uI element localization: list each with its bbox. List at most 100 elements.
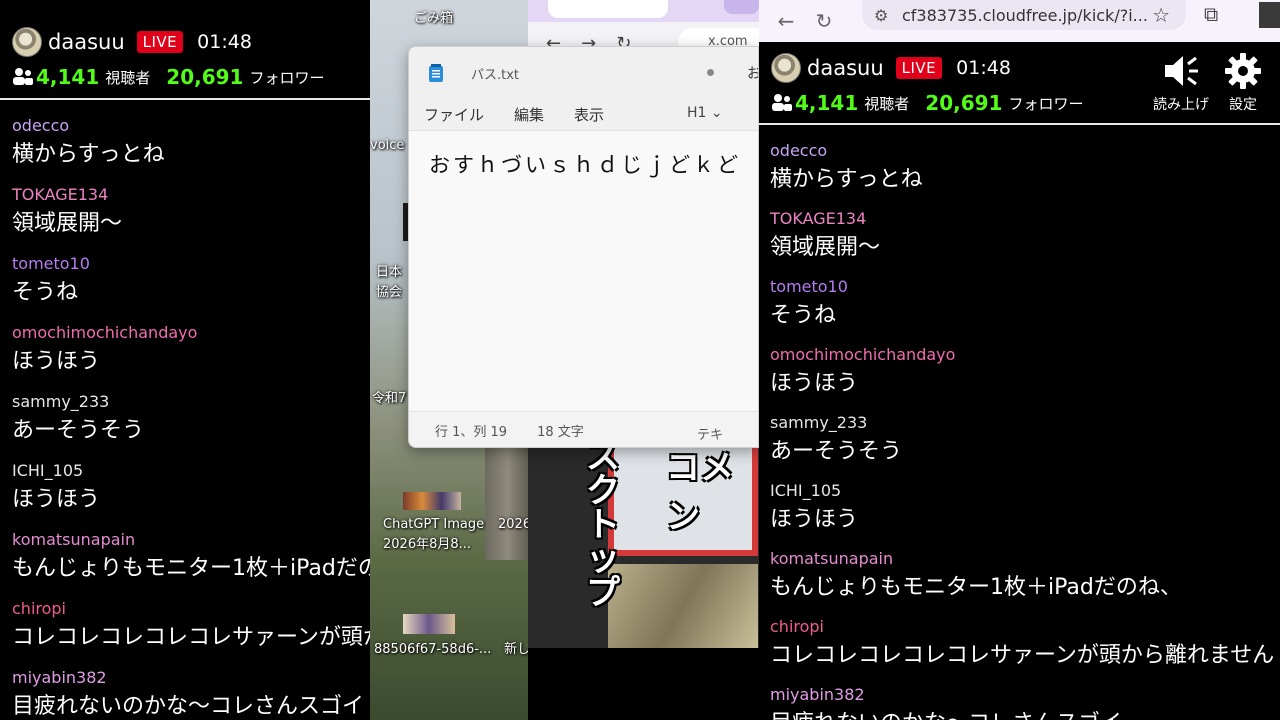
chat-message: omochimochichandayo ほうほう xyxy=(12,321,370,390)
settings-button[interactable]: 設定 xyxy=(1218,52,1268,114)
desktop-icon-label[interactable]: 新し xyxy=(504,641,530,659)
chat-text: あーそうそう xyxy=(770,439,903,464)
chat-username: komatsunapain xyxy=(770,549,894,568)
chatgpt-image-date[interactable]: 2026年8月8... xyxy=(383,536,471,554)
chat-username: omochimochichandayo xyxy=(12,323,198,342)
chat-message-list[interactable]: odecco 横からすっとね TOKAGE134 領域展開〜 tometo10 そうね… xyxy=(759,125,1280,720)
char-count: 18 文字 xyxy=(537,425,584,440)
desktop-icon-label[interactable]: 令和7 xyxy=(372,390,406,408)
live-badge: LIVE xyxy=(895,57,943,79)
chat-header: daasuu LIVE 01:48 4,141 視聴者 20,691 フォロワー… xyxy=(759,42,1280,125)
chat-message: ICHI_105 ほうほう xyxy=(12,459,370,528)
chat-text: ほうほう xyxy=(770,507,859,532)
menu-file[interactable]: ファイル xyxy=(424,104,484,125)
chat-message: tometo10 そうね xyxy=(770,275,1280,343)
follower-count: 20,691 xyxy=(166,65,244,89)
bookmark-star-icon[interactable]: ☆ xyxy=(1152,3,1170,27)
chat-text: 領域展開〜 xyxy=(770,235,881,260)
chat-message-list[interactable]: odecco 横からすっとね TOKAGE134 領域展開〜 tometo10 そうね… xyxy=(0,100,370,720)
extensions-icon[interactable]: ⧉ xyxy=(1204,2,1218,26)
streamer-name: daasuu xyxy=(48,30,125,54)
viewer-unit: 視聴者 xyxy=(864,94,910,113)
browser-tab[interactable] xyxy=(724,0,759,14)
file-thumbnail[interactable] xyxy=(403,614,455,634)
chat-text: そうね xyxy=(770,303,837,328)
chat-message: chiropi コレコレコレコレコレサァーンが頭から離れません xyxy=(770,615,1280,683)
stream-time: 01:48 xyxy=(956,57,1011,79)
address-text: cf383735.cloudfree.jp/kick/?i... xyxy=(902,5,1148,25)
chatgpt-image-label[interactable]: ChatGPT Image xyxy=(383,516,484,534)
chat-username: tometo10 xyxy=(770,277,848,296)
chat-message: komatsunapain もんじょりもモニター1枚＋iPadだのね、 xyxy=(12,528,370,597)
file-label[interactable]: 88506f67-58d6-... xyxy=(374,641,491,659)
desktop-icon-label[interactable]: 2026 xyxy=(498,516,531,534)
recycle-bin-label[interactable]: ごみ箱 xyxy=(414,10,453,28)
read-aloud-button[interactable]: 読み上げ xyxy=(1146,52,1216,114)
chat-message: miyabin382 目疲れないのかな〜コレさんスゴイ xyxy=(770,683,1280,720)
notepad-statusbar: 行 1、列 19 18 文字 テキスト xyxy=(409,411,758,447)
gear-icon xyxy=(1225,53,1261,89)
avatar xyxy=(12,27,42,57)
chat-message: komatsunapain もんじょりもモニター1枚＋iPadだのね、 xyxy=(770,547,1280,615)
chevron-down-icon: ⌄ xyxy=(710,105,723,121)
follower-unit: フォロワー xyxy=(249,68,325,87)
chat-username: odecco xyxy=(770,141,828,160)
notepad-tab-extra[interactable]: お xyxy=(747,63,758,83)
chat-text: 領域展開〜 xyxy=(12,211,123,236)
chat-username: omochimochichandayo xyxy=(770,345,956,364)
desktop-icon-label[interactable]: 協会 xyxy=(376,284,402,302)
follower-unit: フォロワー xyxy=(1008,94,1084,113)
chat-username: miyabin382 xyxy=(12,668,107,687)
chat-text: ほうほう xyxy=(12,487,101,512)
stream-time: 01:48 xyxy=(197,31,252,53)
reload-icon[interactable]: ↻ xyxy=(807,4,841,38)
chat-text: あーそうそう xyxy=(12,418,145,443)
chat-message: sammy_233 あーそうそう xyxy=(770,411,1280,479)
video-caption-vertical: スクトップ xyxy=(586,446,620,613)
avatar xyxy=(771,53,801,83)
viewers-icon xyxy=(772,94,792,111)
chat-text: ほうほう xyxy=(12,349,101,374)
window-edge xyxy=(1259,2,1280,28)
chat-text: コレコレコレコレコレサァーンが頭から離れません xyxy=(12,625,370,650)
back-icon[interactable]: ← xyxy=(769,4,803,38)
heading-select-value: H1 xyxy=(687,105,707,121)
read-aloud-label: 読み上げ xyxy=(1153,97,1209,113)
chatgpt-image-thumbnail[interactable] xyxy=(403,492,461,510)
video-hand xyxy=(608,564,758,648)
desktop-icon-label[interactable]: 日本 xyxy=(376,264,402,282)
chat-message: sammy_233 あーそうそう xyxy=(12,390,370,459)
chat-message: TOKAGE134 領域展開〜 xyxy=(12,183,370,252)
notepad-editor[interactable]: おすｈづいｓｈｄじｊどｋど xyxy=(409,131,758,411)
notepad-window[interactable]: パス.txt お ファイル 編集 表示 H1 ⌄ おすｈづいｓｈｄじｊどｋど 行… xyxy=(408,46,759,448)
chat-message: odecco 横からすっとね xyxy=(770,139,1280,207)
settings-label: 設定 xyxy=(1229,97,1257,113)
notepad-tab-title[interactable]: パス.txt xyxy=(471,64,519,83)
video-frame: コメン スクトップ xyxy=(528,446,759,648)
chat-text: もんじょりもモニター1枚＋iPadだのね、 xyxy=(12,556,370,581)
chat-panel-left: daasuu LIVE 01:48 4,141 視聴者 20,691 フォロワー… xyxy=(0,0,370,720)
viewers-icon xyxy=(13,68,33,85)
chat-header: daasuu LIVE 01:48 4,141 視聴者 20,691 フォロワー xyxy=(0,0,370,100)
chat-username: sammy_233 xyxy=(12,392,110,411)
chat-username: komatsunapain xyxy=(12,530,136,549)
heading-select[interactable]: H1 ⌄ xyxy=(687,105,723,121)
cursor-position: 行 1、列 19 xyxy=(435,425,508,440)
viewer-count: 4,141 xyxy=(36,65,100,89)
notepad-menubar: ファイル 編集 表示 H1 ⌄ xyxy=(409,99,758,131)
address-bar[interactable]: ⚙ cf383735.cloudfree.jp/kick/?i... ☆ xyxy=(862,0,1186,30)
browser-tab[interactable] xyxy=(548,0,668,18)
chat-message: omochimochichandayo ほうほう xyxy=(770,343,1280,411)
site-info-icon[interactable]: ⚙ xyxy=(874,6,892,25)
chat-username: ICHI_105 xyxy=(12,461,84,480)
chat-username: tometo10 xyxy=(12,254,90,273)
black-strip xyxy=(528,648,759,720)
chat-username: sammy_233 xyxy=(770,413,868,432)
voice-icon-label[interactable]: voice xyxy=(370,137,404,155)
chat-text: 目疲れないのかな〜コレさんスゴイ xyxy=(12,694,365,719)
notepad-titlebar[interactable]: パス.txt お xyxy=(409,47,758,99)
menu-view[interactable]: 表示 xyxy=(574,104,604,125)
chat-message: TOKAGE134 領域展開〜 xyxy=(770,207,1280,275)
chat-message: tometo10 そうね xyxy=(12,252,370,321)
menu-edit[interactable]: 編集 xyxy=(514,104,544,125)
